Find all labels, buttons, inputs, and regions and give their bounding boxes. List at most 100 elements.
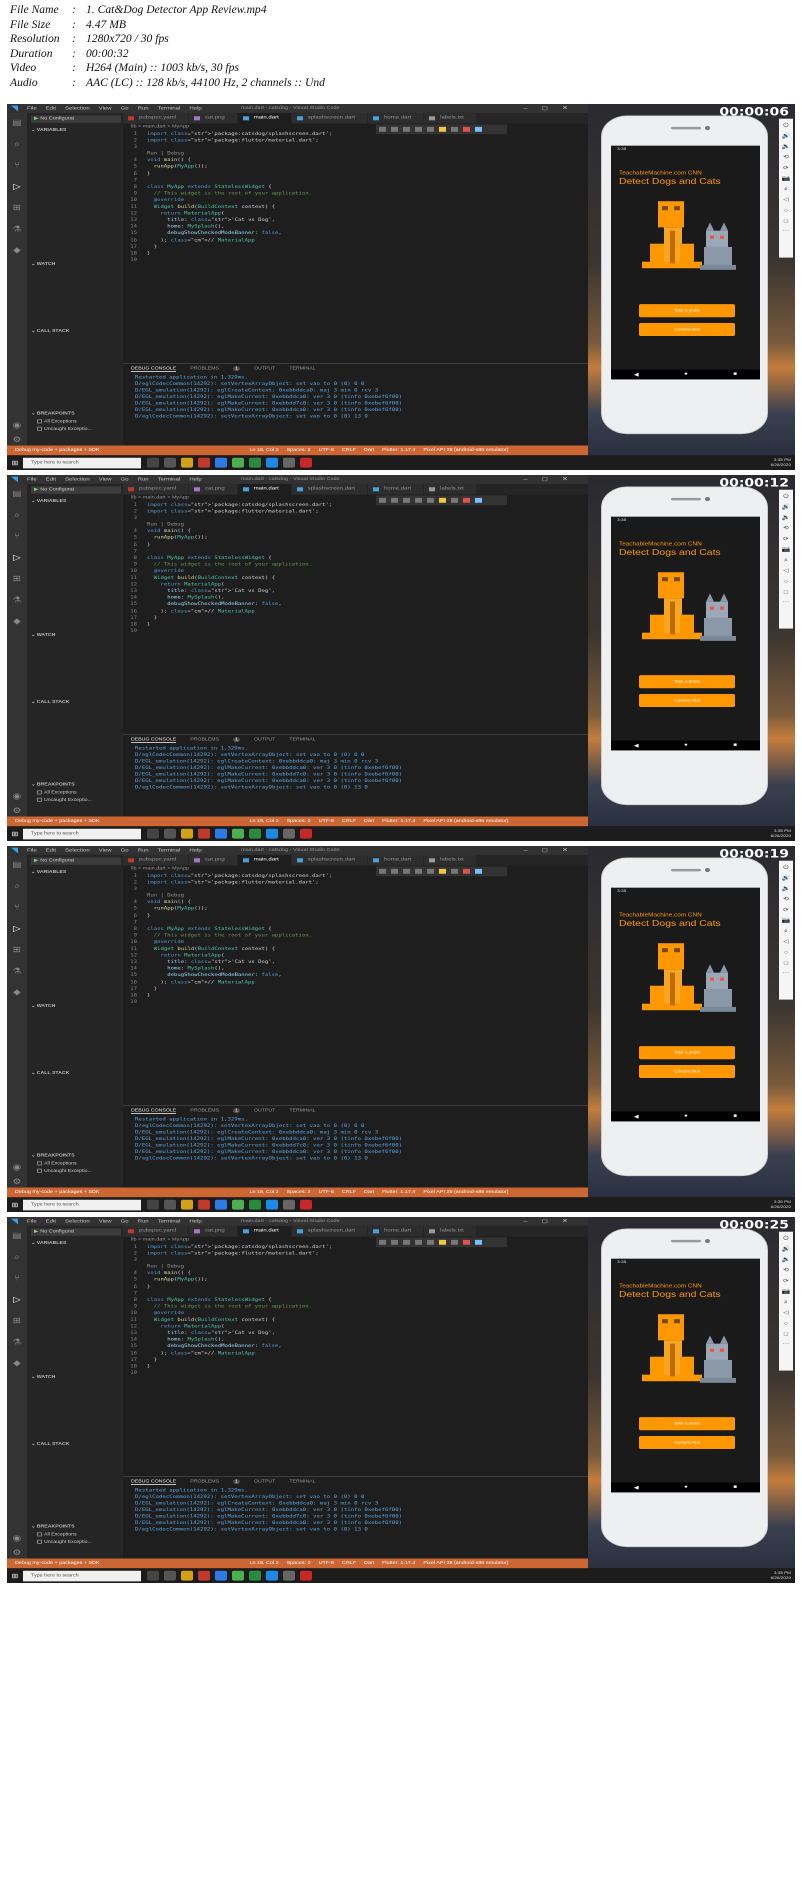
volume-down-icon[interactable]: 🔉 <box>782 513 791 524</box>
menu-item[interactable]: Terminal <box>158 106 181 111</box>
zoom-icon[interactable]: ⌕ <box>784 184 788 195</box>
panel-tab[interactable]: PROBLEMS <box>190 1479 219 1484</box>
panel-tab[interactable]: DEBUG CONSOLE <box>131 366 177 372</box>
debug-icon[interactable]: ▷ <box>7 177 27 198</box>
panel-tab[interactable]: TERMINAL <box>289 1108 315 1113</box>
camera-roll-button[interactable]: Camera Roll <box>639 1435 735 1450</box>
breakpoint-item[interactable]: Uncaught Exceptio... <box>37 426 92 432</box>
more-icon[interactable]: ⋯ <box>783 969 790 980</box>
menu-item[interactable]: Go <box>121 106 129 111</box>
search-icon[interactable]: ⌕ <box>7 876 27 897</box>
tab-cat-png[interactable]: cat.png <box>189 112 238 124</box>
windows-start-icon[interactable]: ⊞ <box>7 459 23 466</box>
tab-home-dart[interactable]: home.dart <box>368 112 425 124</box>
extensions-icon[interactable]: ⊞ <box>7 1311 27 1332</box>
menu-item[interactable]: Selection <box>65 106 90 111</box>
source-control-icon[interactable]: ⑂ <box>7 526 27 547</box>
nav-home-icon[interactable]: ● <box>684 743 688 748</box>
checkbox-icon[interactable] <box>37 790 42 795</box>
section-variables[interactable]: ⌄ VARIABLES <box>31 499 66 504</box>
camera-roll-button[interactable]: Camera Roll <box>639 322 735 337</box>
taskbar-app-icon[interactable] <box>232 828 244 839</box>
panel-tab[interactable]: OUTPUT <box>254 737 275 742</box>
panel-tab[interactable]: TERMINAL <box>289 366 315 371</box>
taskbar-app-icon[interactable] <box>198 828 210 839</box>
rotate-right-icon[interactable]: ⟳ <box>783 534 789 545</box>
tab-splashscreen-dart[interactable]: splashscreen.dart <box>291 483 369 495</box>
nav-recents-icon[interactable]: ■ <box>734 372 738 377</box>
run-config-select[interactable]: ▶ No Configurat <box>31 486 121 494</box>
checkbox-icon[interactable] <box>37 426 42 431</box>
rotate-right-icon[interactable]: ⟳ <box>783 1276 789 1287</box>
section-call-stack[interactable]: ⌄ CALL STACK <box>31 700 69 705</box>
taskbar-search[interactable]: Type here to search <box>23 828 141 839</box>
taskbar-app-icon[interactable] <box>283 1570 295 1581</box>
menu-item[interactable]: Help <box>189 106 201 111</box>
section-breakpoints[interactable]: ⌄ BREAKPOINTS <box>31 411 75 416</box>
files-icon[interactable]: ▤ <box>7 484 27 505</box>
nav-back-icon[interactable]: ◀ <box>634 743 639 748</box>
breakpoint-item[interactable]: All Exceptions <box>37 1161 77 1166</box>
taskbar-app-icon[interactable] <box>164 1570 176 1581</box>
status-item[interactable]: Spaces: 2 <box>287 819 311 824</box>
nav-recents-icon[interactable]: ■ <box>734 743 738 748</box>
menu-item[interactable]: File <box>27 848 37 853</box>
debug-icon[interactable]: ▷ <box>7 919 27 940</box>
taskbar-app-icon[interactable] <box>215 828 227 839</box>
home-icon[interactable]: ○ <box>784 947 788 958</box>
taskbar-app-icon[interactable] <box>147 828 159 839</box>
status-item[interactable]: UTF-8 <box>319 1190 334 1195</box>
tab-splashscreen-dart[interactable]: splashscreen.dart <box>291 1225 369 1237</box>
menu-item[interactable]: Run <box>138 106 149 111</box>
take-photo-button[interactable]: Take a photo <box>639 1417 735 1431</box>
menu-item[interactable]: View <box>99 477 112 482</box>
tab-pubspec-yaml[interactable]: pubspec.yaml <box>123 854 190 866</box>
taskbar-app-icon[interactable] <box>215 457 227 468</box>
taskbar-search[interactable]: Type here to search <box>23 1199 141 1210</box>
volume-down-icon[interactable]: 🔉 <box>782 142 791 153</box>
status-item[interactable]: CRLF <box>342 1561 356 1566</box>
menu-item[interactable]: Help <box>189 1219 201 1224</box>
status-item[interactable]: Ln 18, Col 2 <box>250 1190 279 1195</box>
taskbar-app-icon[interactable] <box>283 1199 295 1210</box>
run-config-select[interactable]: ▶ No Configurat <box>31 857 121 865</box>
rotate-right-icon[interactable]: ⟳ <box>783 905 789 916</box>
tab-pubspec-yaml[interactable]: pubspec.yaml <box>123 112 190 124</box>
tab-home-dart[interactable]: home.dart <box>368 483 425 495</box>
status-item[interactable]: Debug my-code + packages + SDK <box>15 1190 100 1195</box>
run-config-select[interactable]: ▶ No Configurat <box>31 1228 121 1236</box>
status-item[interactable]: Dart <box>364 448 374 453</box>
window-controls[interactable]: –▢✕ <box>524 105 582 112</box>
status-item[interactable]: Dart <box>364 1561 374 1566</box>
zoom-icon[interactable]: ⌕ <box>784 1297 788 1308</box>
section-call-stack[interactable]: ⌄ CALL STACK <box>31 1071 69 1076</box>
menu-item[interactable]: Selection <box>65 848 90 853</box>
zoom-icon[interactable]: ⌕ <box>784 555 788 566</box>
menu-item[interactable]: Edit <box>46 848 56 853</box>
nav-back-icon[interactable]: ◀ <box>634 1114 639 1119</box>
tab-pubspec-yaml[interactable]: pubspec.yaml <box>123 483 190 495</box>
taskbar-app-icon[interactable] <box>147 1570 159 1581</box>
tab-cat-png[interactable]: cat.png <box>189 1225 238 1237</box>
menu-item[interactable]: Selection <box>65 477 90 482</box>
status-item[interactable]: Flutter: 1.17.4 <box>382 1190 415 1195</box>
flutter-icon[interactable]: ◆ <box>7 982 27 1003</box>
taskbar-app-icon[interactable] <box>164 828 176 839</box>
taskbar-app-icon[interactable] <box>249 1570 261 1581</box>
rotate-right-icon[interactable]: ⟳ <box>783 163 789 174</box>
windows-start-icon[interactable]: ⊞ <box>7 830 23 837</box>
files-icon[interactable]: ▤ <box>7 113 27 134</box>
menu-item[interactable]: Terminal <box>158 848 181 853</box>
panel-tab[interactable]: PROBLEMS <box>190 737 219 742</box>
panel-tab[interactable]: DEBUG CONSOLE <box>131 1479 177 1485</box>
taskbar-app-icon[interactable] <box>266 1199 278 1210</box>
breakpoint-item[interactable]: All Exceptions <box>37 1532 77 1537</box>
breakpoint-item[interactable]: Uncaught Exceptio... <box>37 797 92 803</box>
breakpoint-item[interactable]: All Exceptions <box>37 419 77 424</box>
taskbar-app-icon[interactable] <box>198 457 210 468</box>
status-item[interactable]: Pixel API 28 (android-x86 emulator) <box>423 1561 508 1566</box>
status-item[interactable]: CRLF <box>342 819 356 824</box>
tab-main-dart[interactable]: main.dart <box>237 1225 292 1237</box>
extensions-icon[interactable]: ⊞ <box>7 940 27 961</box>
taskbar-app-icon[interactable] <box>181 1570 193 1581</box>
